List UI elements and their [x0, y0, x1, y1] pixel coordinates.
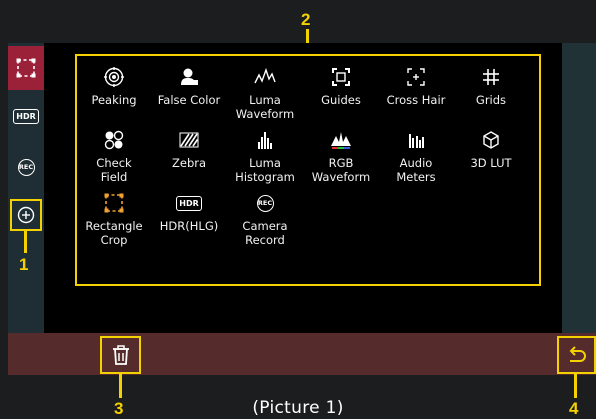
- tool-label: Cross Hair: [386, 93, 446, 107]
- tool-camera-record[interactable]: REC Camera Record: [227, 192, 303, 247]
- tool-rgb-waveform[interactable]: RGB Waveform: [303, 129, 379, 184]
- cross-hair-icon: [407, 68, 425, 86]
- tool-grids[interactable]: Grids: [453, 66, 529, 107]
- tool-label: 3D LUT: [470, 156, 512, 170]
- tool-3d-lut[interactable]: 3D LUT: [453, 129, 529, 170]
- guides-icon: [332, 68, 350, 86]
- tool-cross-hair[interactable]: Cross Hair: [378, 66, 454, 107]
- callout-line-4: [574, 374, 577, 398]
- delete-button[interactable]: [100, 336, 141, 374]
- tool-guides[interactable]: Guides: [303, 66, 379, 107]
- luma-waveform-icon: [254, 67, 276, 84]
- back-button[interactable]: [557, 336, 596, 374]
- tool-label: Audio Meters: [396, 156, 436, 184]
- zebra-icon: [179, 132, 199, 148]
- tool-label: HDR(HLG): [159, 219, 219, 233]
- tool-label: Rectangle Crop: [85, 219, 143, 247]
- tool-label: Luma Waveform: [235, 93, 295, 121]
- check-field-icon: [104, 130, 124, 150]
- tool-hdr-hlg[interactable]: HDR HDR(HLG): [151, 192, 227, 233]
- rec-icon: REC: [17, 158, 35, 176]
- callout-line-1: [24, 231, 27, 253]
- callout-line-3: [119, 374, 122, 398]
- 3d-lut-icon: [483, 131, 499, 149]
- tool-label: Luma Histogram: [235, 156, 295, 184]
- tool-peaking[interactable]: Peaking: [76, 66, 152, 107]
- tool-label: Guides: [321, 93, 361, 107]
- tool-zebra[interactable]: Zebra: [151, 129, 227, 170]
- rgb-waveform-icon: [331, 132, 351, 149]
- tool-label: Camera Record: [242, 219, 288, 247]
- false-color-icon: [181, 68, 198, 85]
- right-side-strip: [562, 43, 596, 333]
- peaking-icon: [104, 67, 124, 87]
- luma-histogram-icon: [258, 132, 272, 149]
- tool-check-field[interactable]: Check Field: [76, 129, 152, 184]
- callout-number-1: 1: [19, 255, 29, 274]
- plus-circle-icon: [17, 206, 35, 224]
- hdr-icon: HDR: [13, 108, 39, 124]
- bottom-bar: [8, 333, 596, 375]
- tool-label: RGB Waveform: [311, 156, 371, 184]
- camera-record-icon: REC: [256, 194, 274, 212]
- audio-meters-icon: [409, 134, 424, 148]
- tool-label: False Color: [157, 93, 221, 107]
- hdr-hlg-icon: HDR: [176, 195, 202, 211]
- tool-label: Peaking: [91, 93, 137, 107]
- trash-icon: [112, 345, 129, 365]
- tool-rectangle-crop[interactable]: Rectangle Crop: [76, 192, 152, 247]
- return-arrow-icon: [569, 346, 586, 362]
- tool-false-color[interactable]: False Color: [151, 66, 227, 107]
- callout-number-2: 2: [301, 10, 311, 29]
- rectangle-crop-icon: [104, 193, 124, 213]
- hdr-sidebar-button[interactable]: HDR: [8, 101, 44, 131]
- rectangle-crop-sidebar-button[interactable]: [8, 46, 44, 90]
- tool-label: Check Field: [96, 156, 132, 184]
- grids-icon: [483, 69, 499, 85]
- figure-caption: (Picture 1): [252, 398, 344, 418]
- tool-luma-waveform[interactable]: Luma Waveform: [227, 66, 303, 121]
- rectangle-crop-icon: [16, 58, 36, 78]
- add-tool-button[interactable]: [8, 199, 44, 231]
- tool-label: Grids: [475, 93, 507, 107]
- camera-record-sidebar-button[interactable]: REC: [8, 152, 44, 182]
- tool-audio-meters[interactable]: Audio Meters: [378, 129, 454, 184]
- tool-label: Zebra: [171, 156, 207, 170]
- tool-luma-histogram[interactable]: Luma Histogram: [227, 129, 303, 184]
